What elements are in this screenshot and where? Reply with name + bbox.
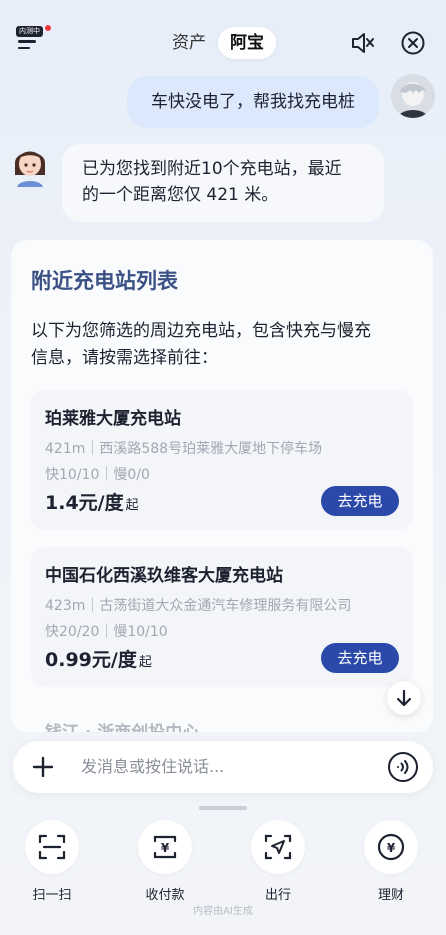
station-name: 珀莱雅大厦充电站: [45, 409, 181, 429]
nav-label: 理财: [377, 888, 404, 903]
price-suffix: 起: [125, 498, 139, 513]
station-item[interactable]: 珀莱雅大厦充电站 421m｜西溪路588号珀莱雅大厦地下停车场 快10/10｜慢…: [31, 390, 413, 530]
voice-button[interactable]: [387, 751, 419, 783]
close-icon[interactable]: [400, 30, 426, 56]
user-message: 车快没电了，帮我找充电桩: [127, 76, 379, 128]
nav-label: 收付款: [145, 888, 185, 903]
card-intro: 以下为您筛选的周边充电站，包含快充与慢充 信息，请按需选择前往：: [31, 318, 421, 372]
svg-text:¥: ¥: [387, 841, 396, 855]
price-value: 1.4元/度: [45, 492, 124, 514]
station-name: 中国石化西溪玖维客大厦充电站: [45, 566, 283, 586]
plus-icon: [32, 756, 54, 778]
notification-dot: [45, 25, 51, 31]
drag-handle[interactable]: [199, 806, 247, 810]
station-item[interactable]: 中国石化西溪玖维客大厦充电站 423m｜古荡街道大众金通汽车修理服务有限公司 快…: [31, 547, 413, 687]
nav-label: 扫一扫: [32, 888, 72, 903]
station-address: 423m｜古荡街道大众金通汽车修理服务有限公司: [45, 598, 352, 614]
message-input[interactable]: 发消息或按住说话...: [81, 741, 224, 793]
nav-label: 出行: [264, 888, 291, 903]
nav-finance[interactable]: ¥ 理财: [361, 820, 421, 903]
assistant-message: 已为您找到附近10个充电站，最近 的一个距离您仅 421 米。: [62, 144, 384, 222]
user-avatar: [391, 74, 435, 118]
station-name: 钱江 · 浙商创投中心: [45, 718, 199, 732]
add-button[interactable]: [23, 747, 63, 787]
navigation-icon: [251, 820, 305, 874]
header-tabs: 资产 阿宝: [160, 27, 276, 59]
card-intro-line: 以下为您筛选的周边充电站，包含快充与慢充: [31, 321, 371, 341]
assistant-message-line: 的一个距离您仅 421 米。: [82, 185, 279, 205]
price-suffix: 起: [138, 655, 152, 670]
arrow-down-icon: [396, 689, 412, 707]
assistant-message-line: 已为您找到附近10个充电站，最近: [82, 159, 342, 179]
voice-icon: [388, 752, 418, 782]
scroll-down-button[interactable]: [387, 681, 421, 715]
card-intro-line: 信息，请按需选择前往：: [31, 348, 218, 368]
station-price: 1.4元/度起: [45, 488, 139, 515]
payment-icon: ¥: [138, 820, 192, 874]
charging-station-card: 附近充电站列表 以下为您筛选的周边充电站，包含快充与慢充 信息，请按需选择前往：…: [11, 240, 433, 732]
nav-scan[interactable]: 扫一扫: [22, 820, 82, 903]
scan-icon: [25, 820, 79, 874]
beta-badge: 内测中: [16, 26, 43, 37]
card-title: 附近充电站列表: [31, 269, 178, 293]
station-slots: 快20/20｜慢10/10: [45, 624, 168, 640]
go-charge-button[interactable]: 去充电: [321, 643, 399, 673]
mute-icon[interactable]: [350, 30, 376, 56]
tab-assets[interactable]: 资产: [160, 27, 218, 59]
ai-disclaimer: 内容由AI生成: [193, 906, 253, 917]
svg-text:¥: ¥: [161, 841, 170, 855]
station-slots: 快10/10｜慢0/0: [45, 467, 150, 483]
station-price: 0.99元/度起: [45, 645, 152, 672]
assistant-avatar: [9, 141, 51, 187]
nav-travel[interactable]: 出行: [248, 820, 308, 903]
menu-icon: [18, 40, 36, 53]
station-address: 421m｜西溪路588号珀莱雅大厦地下停车场: [45, 441, 323, 457]
menu-button[interactable]: 内测中: [16, 25, 51, 56]
message-input-bar: 发消息或按住说话...: [13, 741, 433, 793]
price-value: 0.99元/度: [45, 649, 137, 671]
tab-abao[interactable]: 阿宝: [218, 27, 276, 59]
nav-payment[interactable]: ¥ 收付款: [135, 820, 195, 903]
go-charge-button[interactable]: 去充电: [321, 486, 399, 516]
finance-icon: ¥: [364, 820, 418, 874]
